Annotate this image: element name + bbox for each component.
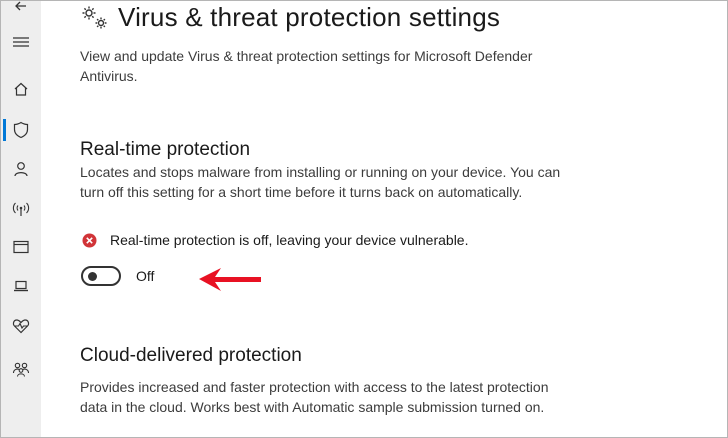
heart-health-icon	[12, 319, 30, 334]
sidebar-item-account[interactable]	[1, 156, 41, 182]
gears-icon	[82, 6, 107, 28]
person-icon	[14, 162, 28, 177]
sidebar-item-family[interactable]	[1, 356, 41, 382]
sidebar-item-app-browser[interactable]	[1, 234, 41, 260]
sidebar-item-device-security[interactable]	[1, 273, 41, 299]
toggle-knob	[88, 272, 97, 281]
annotation-arrow-icon	[199, 268, 261, 291]
laptop-icon	[14, 280, 28, 292]
home-icon	[14, 82, 28, 96]
back-button[interactable]	[1, 0, 41, 19]
realtime-alert: Real-time protection is off, leaving you…	[82, 232, 468, 248]
sidebar-item-home[interactable]	[1, 76, 41, 102]
realtime-heading: Real-time protection	[80, 139, 251, 160]
wifi-signal-icon	[12, 202, 30, 216]
main-content: Virus & threat protection settings View …	[41, 0, 728, 438]
menu-button[interactable]	[1, 29, 41, 55]
back-arrow-icon	[15, 1, 26, 11]
sidebar-item-virus-protection[interactable]	[1, 117, 41, 143]
page-title: Virus & threat protection settings	[118, 2, 501, 32]
sidebar-item-firewall[interactable]	[1, 196, 41, 222]
error-icon	[82, 233, 97, 247]
realtime-toggle[interactable]	[81, 266, 121, 286]
realtime-toggle-row: Off	[81, 266, 154, 286]
page-header: Virus & threat protection settings	[80, 2, 500, 33]
sidebar	[1, 1, 41, 437]
page-description: View and update Virus & threat protectio…	[80, 48, 533, 84]
toggle-state-label: Off	[136, 268, 155, 284]
realtime-description: Locates and stops malware from installin…	[80, 164, 561, 200]
shield-icon	[13, 121, 29, 139]
app-browser-icon	[13, 240, 29, 254]
cloud-heading: Cloud-delivered protection	[80, 345, 302, 366]
sidebar-item-device-health[interactable]	[1, 313, 41, 339]
family-icon	[12, 362, 30, 377]
cloud-description: Provides increased and faster protection…	[80, 379, 549, 415]
hamburger-menu-icon	[13, 37, 29, 47]
alert-message: Real-time protection is off, leaving you…	[110, 232, 469, 248]
